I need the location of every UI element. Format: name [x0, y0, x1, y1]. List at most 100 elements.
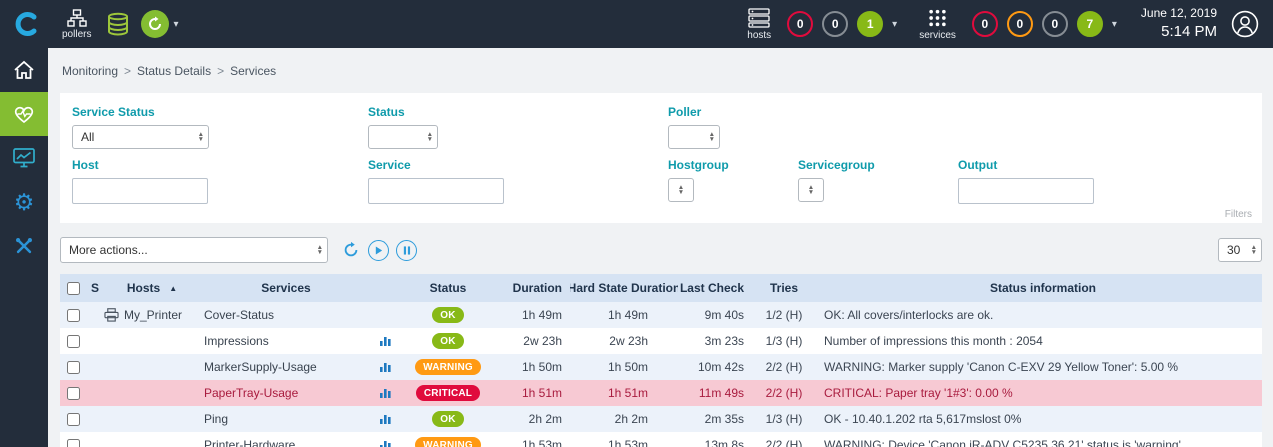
service-status-select[interactable]: All ▲▼: [72, 125, 209, 149]
hosts-unknown-counter[interactable]: 0: [822, 11, 848, 37]
main-content: Monitoring>Status Details>Services Servi…: [48, 48, 1273, 447]
pollers-chevron-down-icon[interactable]: ▾: [173, 19, 178, 30]
pause-button[interactable]: [396, 240, 417, 261]
sidebar: ⚙: [0, 48, 48, 447]
tries-cell: 2/2 (H): [752, 438, 816, 447]
col-header-severity[interactable]: S: [86, 281, 104, 295]
last-check-cell: 9m 40s: [678, 308, 752, 322]
hosts-menu[interactable]: hosts: [747, 8, 771, 41]
graph-icon[interactable]: [379, 413, 392, 425]
host-input[interactable]: [72, 178, 208, 204]
status-select[interactable]: ▲▼: [368, 125, 438, 149]
col-header-status-information[interactable]: Status information: [816, 281, 1262, 295]
user-icon: [1231, 10, 1259, 38]
services-table: S Hosts▲ Services Status Duration Hard S…: [60, 274, 1262, 447]
col-header-hard-state-duration[interactable]: Hard State Duration: [570, 281, 678, 295]
services-chevron-down-icon[interactable]: ▾: [1112, 19, 1117, 30]
service-link[interactable]: MarkerSupply-Usage: [204, 360, 317, 374]
table-row[interactable]: PaperTray-Usage CRITICAL 1h 51m 1h 51m 1…: [60, 380, 1262, 406]
row-checkbox[interactable]: [67, 335, 80, 348]
hosts-chevron-down-icon[interactable]: ▾: [892, 19, 897, 30]
service-status-value: All: [81, 130, 94, 144]
row-checkbox[interactable]: [67, 387, 80, 400]
table-row[interactable]: Ping OK 2h 2m 2h 2m 2m 35s 1/3 (H) OK - …: [60, 406, 1262, 432]
graph-icon[interactable]: [379, 387, 392, 399]
host-label: Host: [72, 158, 368, 172]
status-badge: CRITICAL: [416, 385, 480, 401]
graph-icon[interactable]: [379, 361, 392, 373]
services-ok-counter[interactable]: 7: [1077, 11, 1103, 37]
refresh-button[interactable]: [340, 240, 361, 261]
col-header-services[interactable]: Services: [200, 281, 372, 295]
row-checkbox[interactable]: [67, 413, 80, 426]
service-link[interactable]: Printer-Hardware: [204, 438, 295, 447]
page-size-select[interactable]: 30 ▲▼: [1218, 238, 1262, 262]
services-warning-counter[interactable]: 0: [1007, 11, 1033, 37]
col-header-last-check[interactable]: Last Check: [678, 281, 752, 295]
col-header-hosts[interactable]: Hosts▲: [104, 281, 200, 295]
table-row[interactable]: MarkerSupply-Usage WARNING 1h 50m 1h 50m…: [60, 354, 1262, 380]
sidebar-item-reporting[interactable]: [0, 136, 48, 180]
row-checkbox[interactable]: [67, 361, 80, 374]
select-all-checkbox[interactable]: [67, 282, 80, 295]
sidebar-item-monitoring[interactable]: [0, 92, 48, 136]
select-arrows-icon: ▲▼: [317, 245, 323, 256]
service-link[interactable]: Cover-Status: [204, 308, 274, 322]
output-input[interactable]: [958, 178, 1094, 204]
graph-icon[interactable]: [379, 439, 392, 447]
pollers-menu[interactable]: pollers: [62, 9, 91, 40]
service-label: Service: [368, 158, 668, 172]
col-header-duration[interactable]: Duration: [498, 281, 570, 295]
service-link[interactable]: Impressions: [204, 334, 269, 348]
poller-sync-icon[interactable]: [141, 10, 169, 38]
centreon-logo-icon: [12, 9, 42, 39]
servicegroup-select[interactable]: ▲▼: [798, 178, 824, 202]
services-counters: 0 0 0 7 ▾: [972, 11, 1117, 37]
hard-state-duration-cell: 1h 51m: [570, 386, 678, 400]
services-unknown-counter[interactable]: 0: [1042, 11, 1068, 37]
breadcrumb-monitoring[interactable]: Monitoring: [62, 64, 118, 78]
row-checkbox[interactable]: [67, 309, 80, 322]
sidebar-item-administration[interactable]: [0, 224, 48, 268]
sidebar-item-configuration[interactable]: ⚙: [0, 180, 48, 224]
services-critical-counter[interactable]: 0: [972, 11, 998, 37]
hostgroup-select[interactable]: ▲▼: [668, 178, 694, 202]
tries-cell: 2/2 (H): [752, 386, 816, 400]
topbar-right: hosts 0 0 1 ▾ services 0 0 0 7: [747, 6, 1259, 41]
table-row[interactable]: Printer-Hardware WARNING 1h 53m 1h 53m 1…: [60, 432, 1262, 447]
breadcrumb-status-details[interactable]: Status Details: [137, 64, 211, 78]
hard-state-duration-cell: 2w 23h: [570, 334, 678, 348]
services-icon: [927, 8, 948, 28]
sidebar-item-home[interactable]: [0, 48, 48, 92]
select-arrows-icon: ▲▼: [678, 185, 684, 196]
host-link[interactable]: My_Printer: [124, 308, 182, 322]
poller-label: Poller: [668, 105, 720, 119]
hosts-ok-counter[interactable]: 1: [857, 11, 883, 37]
play-icon: [374, 246, 383, 255]
breadcrumb-services[interactable]: Services: [230, 64, 276, 78]
row-checkbox[interactable]: [67, 439, 80, 447]
more-actions-select[interactable]: More actions... ▲▼: [60, 237, 328, 263]
graph-icon[interactable]: [379, 335, 392, 347]
services-menu[interactable]: services: [919, 8, 956, 41]
status-label: Status: [368, 105, 668, 119]
filters-toggle[interactable]: Filters: [1225, 209, 1252, 220]
user-menu[interactable]: [1231, 10, 1259, 38]
service-input[interactable]: [368, 178, 504, 204]
tries-cell: 1/3 (H): [752, 412, 816, 426]
service-link[interactable]: Ping: [204, 412, 228, 426]
col-header-status[interactable]: Status: [398, 281, 498, 295]
table-row[interactable]: Impressions OK 2w 23h 2w 23h 3m 23s 1/3 …: [60, 328, 1262, 354]
status-badge: WARNING: [415, 359, 481, 375]
last-check-cell: 3m 23s: [678, 334, 752, 348]
service-link[interactable]: PaperTray-Usage: [204, 386, 298, 400]
poller-select[interactable]: ▲▼: [668, 125, 720, 149]
play-button[interactable]: [368, 240, 389, 261]
database-status[interactable]: [107, 12, 129, 37]
centreon-logo[interactable]: [10, 9, 44, 39]
hard-state-duration-cell: 1h 50m: [570, 360, 678, 374]
table-row[interactable]: My_Printer Cover-Status OK 1h 49m 1h 49m…: [60, 302, 1262, 328]
col-header-tries[interactable]: Tries: [752, 281, 816, 295]
hosts-critical-counter[interactable]: 0: [787, 11, 813, 37]
app-window: pollers ▾: [0, 0, 1273, 447]
